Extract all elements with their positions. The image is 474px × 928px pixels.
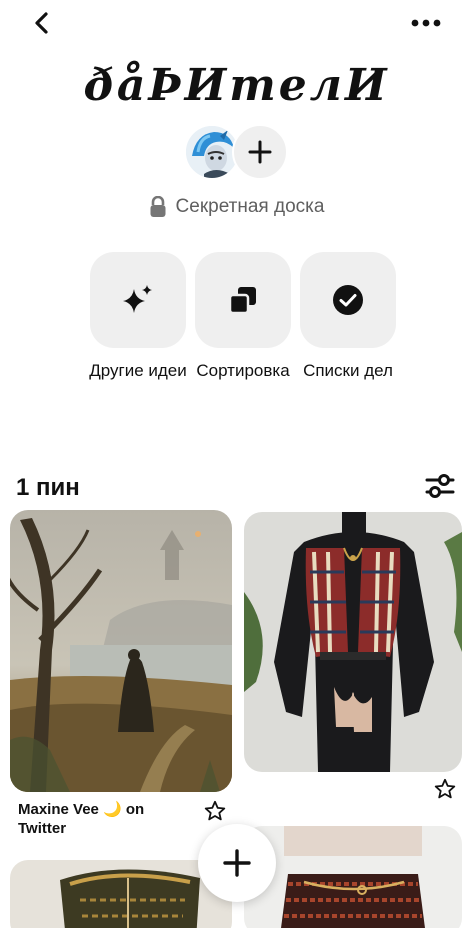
patterned-skirt-image: [244, 826, 462, 928]
board-title: ðåÞИтелИ: [84, 60, 390, 111]
avatar-image: [186, 126, 238, 178]
back-button[interactable]: [26, 8, 56, 38]
pin-card[interactable]: [10, 510, 232, 792]
todo-lists-label: Списки дел: [303, 361, 393, 380]
privacy-label: Секретная доска: [175, 196, 325, 217]
star-icon: [204, 800, 226, 821]
misty-landscape-painting-image: [10, 510, 232, 792]
pin-caption[interactable]: Maxine Vee 🌙 on Twitter: [18, 800, 188, 838]
todo-lists-button[interactable]: [300, 252, 396, 348]
sliders-icon: [425, 474, 455, 498]
action-todo-lists[interactable]: Списки дел: [300, 252, 396, 382]
more-ideas-label: Другие идеи: [89, 361, 187, 380]
add-collaborator-button[interactable]: [232, 124, 288, 180]
star-icon: [434, 778, 456, 799]
plus-icon: [248, 140, 272, 164]
pins-count: 1 пин: [16, 474, 80, 501]
save-pin-button[interactable]: [204, 800, 226, 822]
pin-card[interactable]: [244, 512, 462, 772]
filter-button[interactable]: [424, 470, 456, 502]
save-pin-button[interactable]: [434, 778, 456, 800]
privacy-status: Секретная доска: [0, 196, 474, 218]
sparkle-icon: [123, 285, 152, 313]
chevron-left-icon: [35, 12, 48, 34]
board-actions: Другие идеи Сортировка Списки дел: [88, 252, 398, 412]
top-bar: [0, 0, 474, 48]
action-sort[interactable]: Сортировка: [195, 252, 291, 382]
ellipsis-horizontal-icon: [411, 19, 441, 27]
more-ideas-button[interactable]: [90, 252, 186, 348]
action-more-ideas[interactable]: Другие идеи: [89, 252, 187, 382]
sort-button[interactable]: [195, 252, 291, 348]
collaborators: [184, 122, 294, 182]
overlap-squares-icon: [228, 287, 256, 315]
plus-icon: [223, 849, 251, 877]
sort-label: Сортировка: [196, 361, 290, 380]
more-options-button[interactable]: [408, 8, 444, 38]
lock-icon: [150, 196, 166, 217]
pin-card[interactable]: [244, 826, 462, 928]
knitted-vest-outfit-image: [244, 512, 462, 772]
check-circle-icon: [333, 285, 363, 315]
create-button[interactable]: [198, 824, 276, 902]
